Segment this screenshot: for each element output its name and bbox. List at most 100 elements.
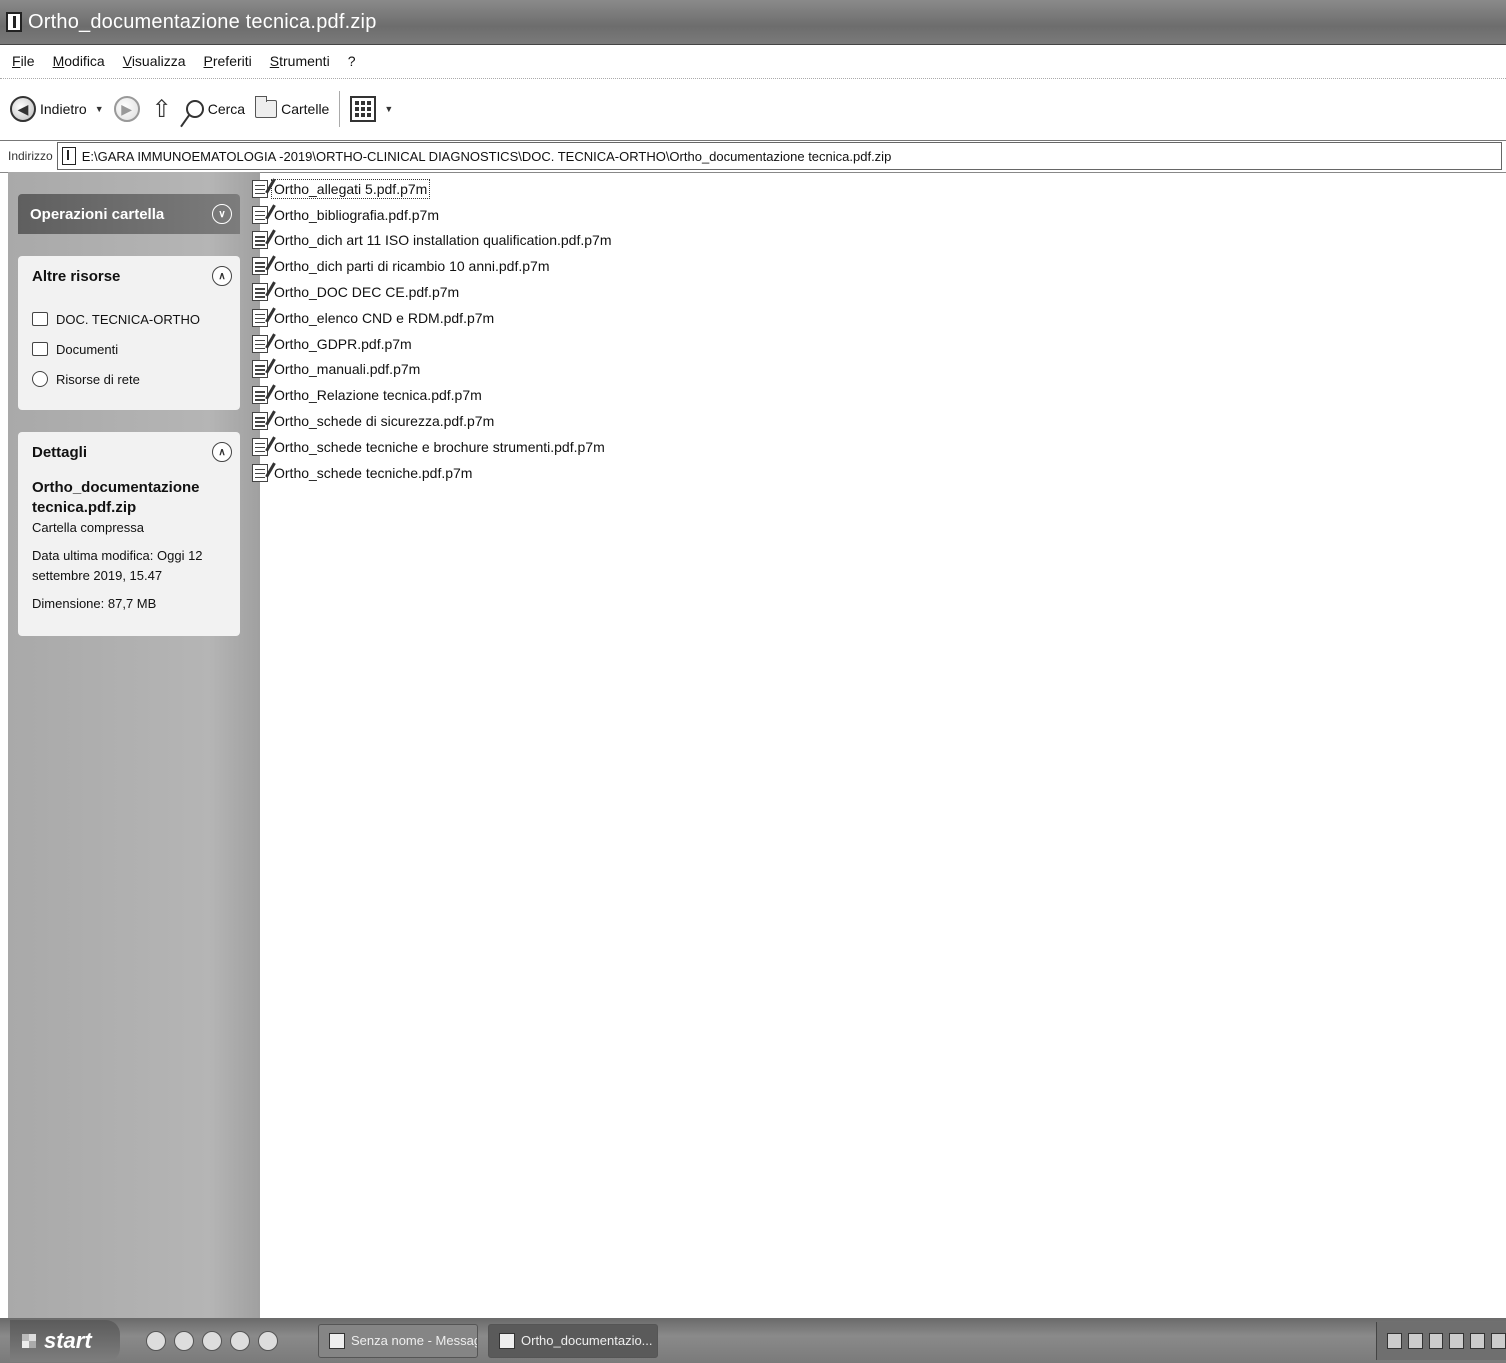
folders-icon bbox=[255, 96, 278, 118]
task-button-explorer[interactable]: Ortho_documentazio... bbox=[488, 1323, 658, 1358]
file-name: Ortho_elenco CND e RDM.pdf.p7m bbox=[274, 309, 495, 326]
folders-button[interactable]: Cartelle bbox=[255, 96, 330, 118]
resource-risorse-rete[interactable]: Risorse di rete bbox=[18, 364, 240, 394]
toolbar: ◀ Indietro ▼ ▶ ⇧ Cerca Cartelle ▼ bbox=[0, 78, 1506, 141]
views-button[interactable]: ▼ bbox=[350, 96, 393, 122]
media-icon[interactable] bbox=[230, 1330, 250, 1351]
forward-button[interactable]: ▶ bbox=[113, 96, 140, 122]
details-panel: Dettagli ∧ Ortho_documentazione tecnica.… bbox=[18, 432, 240, 636]
file-item[interactable]: Ortho_schede di sicurezza.pdf.p7m bbox=[252, 408, 613, 434]
expand-icon[interactable]: ∨ bbox=[212, 204, 232, 224]
file-item[interactable]: Ortho_dich art 11 ISO installation quali… bbox=[252, 228, 613, 254]
signed-file-icon bbox=[252, 386, 268, 405]
file-item[interactable]: Ortho_GDPR.pdf.p7m bbox=[252, 331, 613, 357]
file-name: Ortho_dich parti di ricambio 10 anni.pdf… bbox=[274, 258, 550, 275]
window-title: Ortho_documentazione tecnica.pdf.zip bbox=[28, 10, 377, 33]
menu-preferiti[interactable]: Preferiti bbox=[204, 53, 252, 69]
resource-doc-tecnica[interactable]: DOC. TECNICA-ORTHO bbox=[18, 304, 240, 334]
folder-tasks-title: Operazioni cartella bbox=[30, 205, 165, 223]
signed-file-icon bbox=[252, 334, 268, 353]
file-name: Ortho_GDPR.pdf.p7m bbox=[274, 335, 412, 352]
search-label: Cerca bbox=[207, 101, 246, 117]
other-resources-panel: Altre risorse ∧ DOC. TECNICA-ORTHO Docum… bbox=[18, 256, 240, 410]
address-input[interactable]: E:\GARA IMMUNOEMATOLOGIA -2019\ORTHO-CLI… bbox=[56, 142, 1502, 170]
app-icon[interactable] bbox=[258, 1330, 278, 1351]
menu-modifica[interactable]: Modifica bbox=[53, 53, 105, 69]
windows-logo-icon bbox=[22, 1333, 36, 1348]
file-name: Ortho_schede tecniche e brochure strumen… bbox=[274, 438, 605, 455]
file-name: Ortho_DOC DEC CE.pdf.p7m bbox=[274, 284, 460, 301]
forward-arrow-icon: ▶ bbox=[113, 96, 140, 122]
resource-documenti[interactable]: Documenti bbox=[18, 334, 240, 364]
chevron-down-icon[interactable]: ▼ bbox=[95, 104, 104, 114]
tray-icon[interactable] bbox=[1407, 1333, 1423, 1349]
up-folder-icon[interactable]: ⇧ bbox=[152, 95, 172, 124]
signed-file-icon bbox=[252, 179, 268, 198]
folder-tasks-header[interactable]: Operazioni cartella ∨ bbox=[18, 194, 240, 234]
file-item[interactable]: Ortho_elenco CND e RDM.pdf.p7m bbox=[252, 305, 613, 331]
file-item[interactable]: Ortho_DOC DEC CE.pdf.p7m bbox=[252, 279, 613, 305]
collapse-icon[interactable]: ∧ bbox=[212, 266, 232, 286]
file-name: Ortho_schede di sicurezza.pdf.p7m bbox=[274, 413, 495, 430]
task-button-message[interactable]: Senza nome - Messag... bbox=[318, 1323, 478, 1358]
signed-file-icon bbox=[252, 412, 268, 431]
file-item[interactable]: Ortho_Relazione tecnica.pdf.p7m bbox=[252, 382, 613, 408]
menu-strumenti[interactable]: Strumenti bbox=[270, 53, 330, 69]
start-button[interactable]: start bbox=[10, 1319, 120, 1362]
file-name: Ortho_bibliografia.pdf.p7m bbox=[274, 206, 439, 223]
file-name: Ortho_dich art 11 ISO installation quali… bbox=[274, 232, 612, 249]
file-name: Ortho_allegati 5.pdf.p7m bbox=[270, 178, 431, 199]
file-name: Ortho_Relazione tecnica.pdf.p7m bbox=[274, 387, 482, 404]
file-item[interactable]: Ortho_schede tecniche.pdf.p7m bbox=[252, 460, 613, 486]
details-type: Cartella compressa bbox=[32, 520, 144, 535]
resource-label: Risorse di rete bbox=[56, 371, 140, 387]
folders-label: Cartelle bbox=[281, 101, 330, 117]
file-item[interactable]: Ortho_allegati 5.pdf.p7m bbox=[252, 176, 613, 202]
signed-file-icon bbox=[252, 463, 268, 482]
tray-icon[interactable] bbox=[1387, 1333, 1402, 1349]
menu-help[interactable]: ? bbox=[348, 53, 356, 69]
app-icon[interactable] bbox=[202, 1330, 222, 1351]
back-button[interactable]: ◀ Indietro ▼ bbox=[10, 96, 104, 122]
quick-launch bbox=[146, 1330, 278, 1351]
other-resources-header[interactable]: Altre risorse ∧ bbox=[18, 256, 240, 296]
file-item[interactable]: Ortho_schede tecniche e brochure strumen… bbox=[252, 434, 613, 460]
search-icon bbox=[185, 100, 204, 118]
signed-file-icon bbox=[252, 360, 268, 379]
other-resources-title: Altre risorse bbox=[32, 267, 121, 285]
menu-file[interactable]: File bbox=[12, 53, 35, 69]
message-icon bbox=[329, 1332, 345, 1349]
resource-label: DOC. TECNICA-ORTHO bbox=[56, 311, 200, 327]
file-item[interactable]: Ortho_dich parti di ricambio 10 anni.pdf… bbox=[252, 253, 613, 279]
volume-icon[interactable] bbox=[1470, 1333, 1486, 1349]
tray-icon[interactable] bbox=[1491, 1333, 1506, 1349]
back-arrow-icon: ◀ bbox=[10, 96, 36, 122]
menu-visualizza[interactable]: Visualizza bbox=[123, 53, 186, 69]
browser-icon[interactable] bbox=[146, 1330, 166, 1351]
file-item[interactable]: Ortho_bibliografia.pdf.p7m bbox=[252, 202, 613, 228]
address-value: E:\GARA IMMUNOEMATOLOGIA -2019\ORTHO-CLI… bbox=[81, 148, 892, 164]
address-bar: Indirizzo E:\GARA IMMUNOEMATOLOGIA -2019… bbox=[0, 140, 1506, 173]
zip-folder-icon bbox=[6, 12, 22, 32]
task-pane: Operazioni cartella ∨ Altre risorse ∧ DO… bbox=[8, 172, 260, 1318]
start-label: start bbox=[44, 1327, 92, 1353]
task-label: Senza nome - Messag... bbox=[351, 1333, 478, 1348]
zip-folder-icon bbox=[61, 147, 76, 165]
views-dropdown-icon[interactable]: ▼ bbox=[384, 104, 393, 114]
details-size: Dimensione: 87,7 MB bbox=[32, 596, 157, 611]
views-icon bbox=[350, 96, 377, 122]
search-button[interactable]: Cerca bbox=[182, 100, 245, 118]
details-name: Ortho_documentazione tecnica.pdf.zip bbox=[32, 479, 200, 516]
file-name: Ortho_manuali.pdf.p7m bbox=[274, 361, 421, 378]
file-item[interactable]: Ortho_manuali.pdf.p7m bbox=[252, 357, 613, 383]
documents-icon bbox=[32, 342, 48, 356]
mail-icon[interactable] bbox=[174, 1330, 194, 1351]
collapse-icon[interactable]: ∧ bbox=[212, 442, 232, 462]
signed-file-icon bbox=[252, 437, 268, 456]
window-titlebar[interactable]: Ortho_documentazione tecnica.pdf.zip bbox=[0, 0, 1506, 45]
network-icon bbox=[32, 371, 48, 387]
system-tray bbox=[1376, 1322, 1506, 1360]
details-header[interactable]: Dettagli ∧ bbox=[18, 432, 240, 472]
tray-icon[interactable] bbox=[1449, 1333, 1465, 1349]
tray-icon[interactable] bbox=[1428, 1333, 1444, 1349]
